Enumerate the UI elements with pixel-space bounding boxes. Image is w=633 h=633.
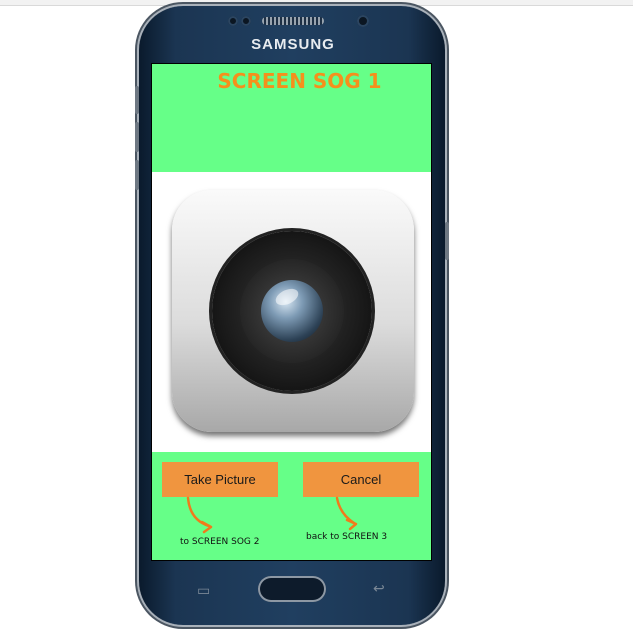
earpiece-speaker xyxy=(262,17,324,25)
image-area xyxy=(152,172,431,452)
brand-logo: SAMSUNG xyxy=(251,36,335,53)
arrow-down-icon xyxy=(186,496,213,534)
back-icon: ↩ xyxy=(373,580,385,596)
light-sensor xyxy=(241,16,251,26)
header-area: SCREEN SOG 1 xyxy=(152,64,431,172)
take-picture-button[interactable]: Take Picture xyxy=(162,462,278,497)
proximity-sensor xyxy=(228,16,238,26)
power-button xyxy=(445,222,449,260)
home-button xyxy=(258,576,326,602)
camera-lens xyxy=(212,231,372,391)
bixby-button xyxy=(135,160,139,190)
camera-icon xyxy=(172,190,414,432)
nav-note-cancel: back to SCREEN 3 xyxy=(306,532,388,542)
phone-screen: SCREEN SOG 1 Take Picture Cancel to SCRE… xyxy=(151,63,432,561)
volume-up-button xyxy=(135,86,139,114)
arrow-down-icon xyxy=(335,496,358,531)
front-camera xyxy=(357,15,369,27)
volume-down-button xyxy=(135,122,139,152)
cancel-button[interactable]: Cancel xyxy=(303,462,419,497)
nav-note-take-picture: to SCREEN SOG 2 xyxy=(180,537,260,547)
screen-title: SCREEN SOG 1 xyxy=(217,69,382,93)
recent-apps-icon: ▭ xyxy=(197,582,211,598)
button-area: Take Picture Cancel to SCREEN SOG 2 back… xyxy=(152,452,431,560)
